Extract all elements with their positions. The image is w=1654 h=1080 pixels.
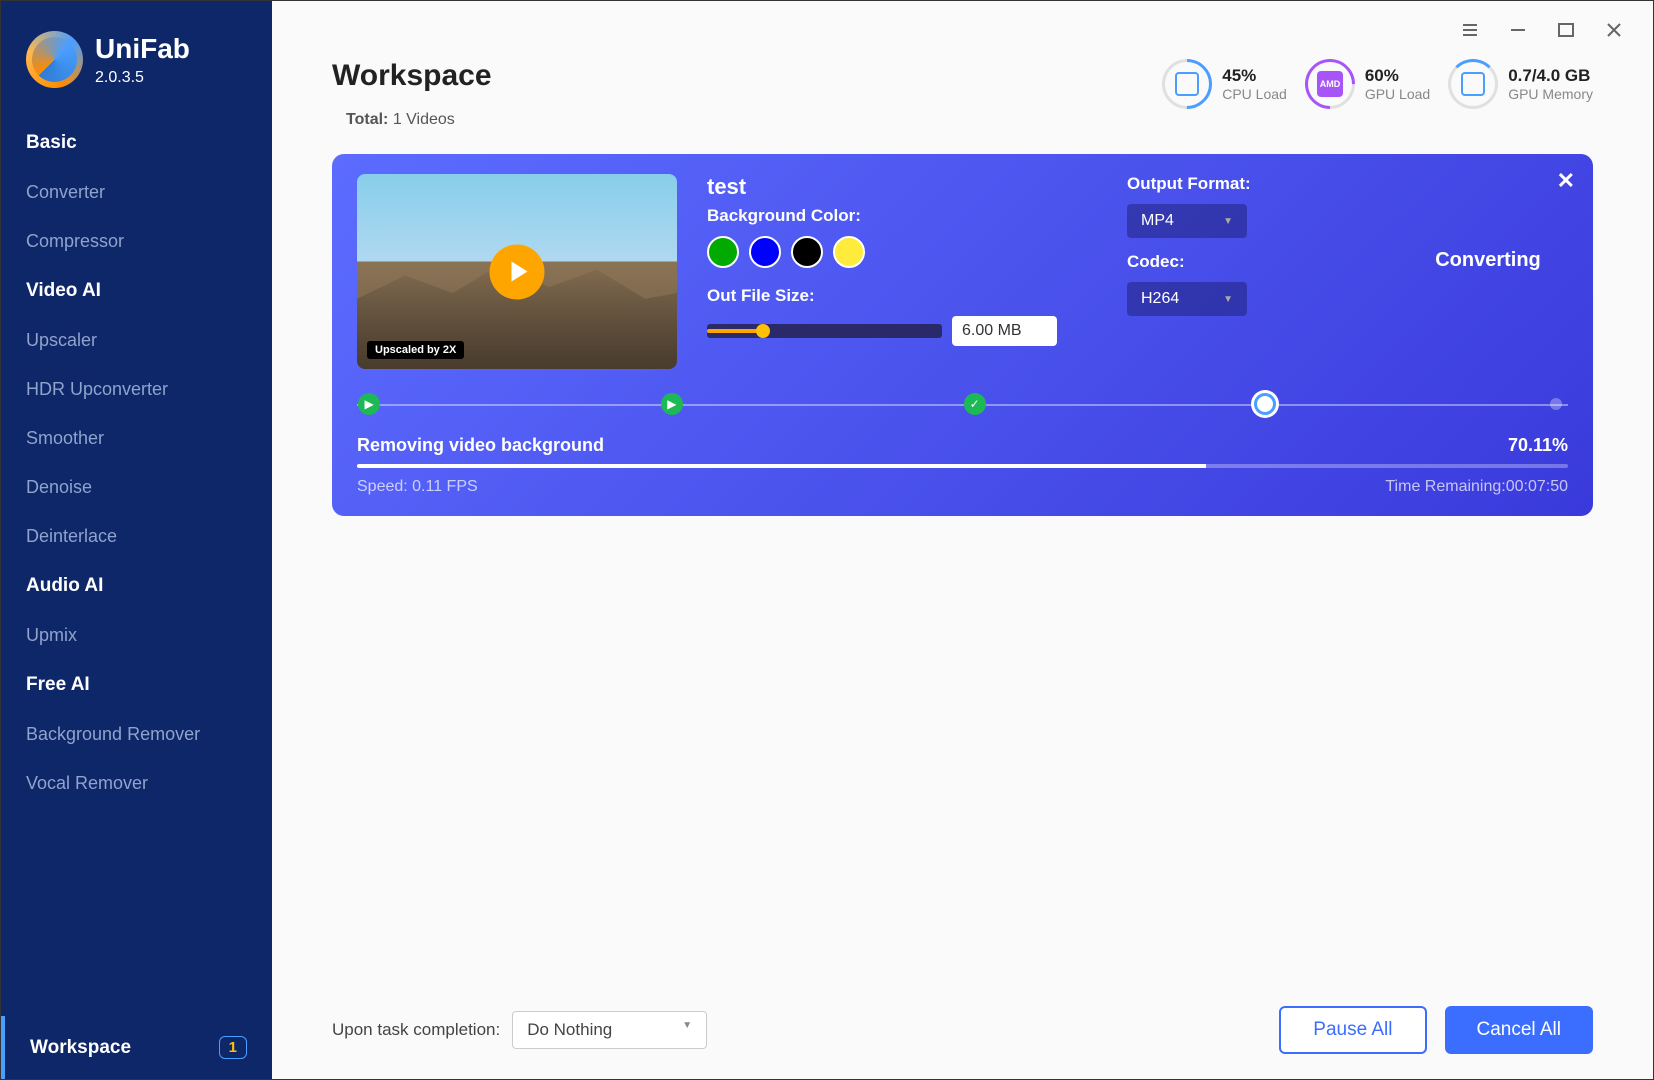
- nav-header-free-ai: Free AI: [1, 660, 272, 710]
- chevron-down-icon: ▼: [1223, 294, 1233, 305]
- logo-area: UniFab 2.0.3.5: [1, 1, 272, 108]
- mem-gauge-icon: [1448, 59, 1498, 109]
- gpu-label: GPU Load: [1365, 86, 1430, 102]
- output-format-value: MP4: [1141, 212, 1174, 230]
- output-format-label: Output Format:: [1127, 174, 1251, 194]
- filesize-label: Out File Size:: [707, 286, 1057, 306]
- play-icon[interactable]: [490, 244, 545, 299]
- nav-item-vocal-remover[interactable]: Vocal Remover: [1, 759, 272, 808]
- sidebar: UniFab 2.0.3.5 Basic Converter Compresso…: [1, 1, 272, 1079]
- total-text: Total: 1 Videos: [346, 111, 492, 129]
- stat-cpu: 45% CPU Load: [1162, 59, 1287, 109]
- nav-item-compressor[interactable]: Compressor: [1, 217, 272, 266]
- thumb-badge: Upscaled by 2X: [367, 341, 464, 359]
- workspace-badge: 1: [219, 1036, 247, 1059]
- workspace-tab[interactable]: Workspace 1: [1, 1016, 272, 1079]
- timeline-node-3: ✓: [964, 393, 986, 415]
- stats: 45% CPU Load AMD 60% GPU Load 0.7/4.0 GB: [1162, 59, 1593, 109]
- color-swatches: [707, 236, 1057, 268]
- codec-select[interactable]: H264 ▼: [1127, 282, 1247, 316]
- output-format-select[interactable]: MP4 ▼: [1127, 204, 1247, 238]
- chevron-down-icon: ▼: [682, 1020, 692, 1040]
- swatch-blue[interactable]: [749, 236, 781, 268]
- slider-thumb-icon[interactable]: [756, 324, 770, 338]
- total-label: Total:: [346, 111, 388, 128]
- nav-item-upmix[interactable]: Upmix: [1, 611, 272, 660]
- workspace-tab-label: Workspace: [30, 1037, 131, 1059]
- gpu-gauge-icon: AMD: [1294, 49, 1365, 120]
- menu-icon[interactable]: [1461, 21, 1479, 39]
- timeline-node-current: [1251, 390, 1279, 418]
- nav-item-deinterlace[interactable]: Deinterlace: [1, 512, 272, 561]
- titlebar: [272, 1, 1653, 39]
- timeline: ▶ ▶ ✓: [357, 391, 1568, 417]
- nav-item-upscaler[interactable]: Upscaler: [1, 316, 272, 365]
- nav-item-hdr[interactable]: HDR Upconverter: [1, 365, 272, 414]
- bgcolor-label: Background Color:: [707, 206, 1057, 226]
- progress-bar: [357, 464, 1568, 468]
- status-text: Converting: [1408, 249, 1568, 272]
- filesize-slider[interactable]: [707, 324, 942, 338]
- mem-value: 0.7/4.0 GB: [1508, 66, 1593, 86]
- page-title: Workspace: [332, 59, 492, 93]
- nav-item-bg-remover[interactable]: Background Remover: [1, 710, 272, 759]
- progress-percent: 70.11%: [1508, 435, 1568, 456]
- mem-label: GPU Memory: [1508, 86, 1593, 102]
- cpu-value: 45%: [1222, 66, 1287, 86]
- swatch-green[interactable]: [707, 236, 739, 268]
- nav-header-video-ai: Video AI: [1, 266, 272, 316]
- task-card: ✕ Upscaled by 2X test Background Color:: [332, 154, 1593, 516]
- card-close-icon[interactable]: ✕: [1557, 168, 1575, 194]
- stat-mem: 0.7/4.0 GB GPU Memory: [1448, 59, 1593, 109]
- maximize-icon[interactable]: [1557, 21, 1575, 39]
- cpu-label: CPU Load: [1222, 86, 1287, 102]
- stat-gpu: AMD 60% GPU Load: [1305, 59, 1430, 109]
- codec-value: H264: [1141, 290, 1179, 308]
- video-thumbnail[interactable]: Upscaled by 2X: [357, 174, 677, 369]
- main: Workspace Total: 1 Videos 45% CPU Load A…: [272, 1, 1653, 1079]
- close-icon[interactable]: [1605, 21, 1623, 39]
- nav-item-denoise[interactable]: Denoise: [1, 463, 272, 512]
- nav-item-smoother[interactable]: Smoother: [1, 414, 272, 463]
- chevron-down-icon: ▼: [1223, 216, 1233, 227]
- codec-label: Codec:: [1127, 252, 1251, 272]
- footer: Upon task completion: Do Nothing ▼ Pause…: [272, 981, 1653, 1079]
- completion-label: Upon task completion:: [332, 1020, 500, 1040]
- completion-select[interactable]: Do Nothing ▼: [512, 1011, 707, 1049]
- completion-value: Do Nothing: [527, 1020, 612, 1040]
- swatch-yellow[interactable]: [833, 236, 865, 268]
- nav: Basic Converter Compressor Video AI Upsc…: [1, 108, 272, 1016]
- nav-header-basic: Basic: [1, 118, 272, 168]
- progress-time: Time Remaining:00:07:50: [1385, 478, 1568, 496]
- file-title: test: [707, 174, 1057, 200]
- timeline-node-1: ▶: [358, 393, 380, 415]
- header: Workspace Total: 1 Videos 45% CPU Load A…: [272, 39, 1653, 129]
- app-name: UniFab: [95, 33, 190, 65]
- timeline-node-2: ▶: [661, 393, 683, 415]
- progress-speed: Speed: 0.11 FPS: [357, 478, 478, 496]
- nav-item-converter[interactable]: Converter: [1, 168, 272, 217]
- swatch-black[interactable]: [791, 236, 823, 268]
- nav-header-audio-ai: Audio AI: [1, 561, 272, 611]
- app-version: 2.0.3.5: [95, 69, 190, 87]
- filesize-input[interactable]: [952, 316, 1057, 346]
- minimize-icon[interactable]: [1509, 21, 1527, 39]
- progress-area: Removing video background 70.11% Speed: …: [357, 435, 1568, 496]
- app-logo-icon: [26, 31, 83, 88]
- gpu-value: 60%: [1365, 66, 1430, 86]
- progress-task: Removing video background: [357, 435, 604, 456]
- total-value: 1 Videos: [393, 111, 455, 128]
- timeline-node-5: [1550, 398, 1562, 410]
- pause-all-button[interactable]: Pause All: [1279, 1006, 1426, 1054]
- cancel-all-button[interactable]: Cancel All: [1445, 1006, 1594, 1054]
- cpu-gauge-icon: [1152, 49, 1223, 120]
